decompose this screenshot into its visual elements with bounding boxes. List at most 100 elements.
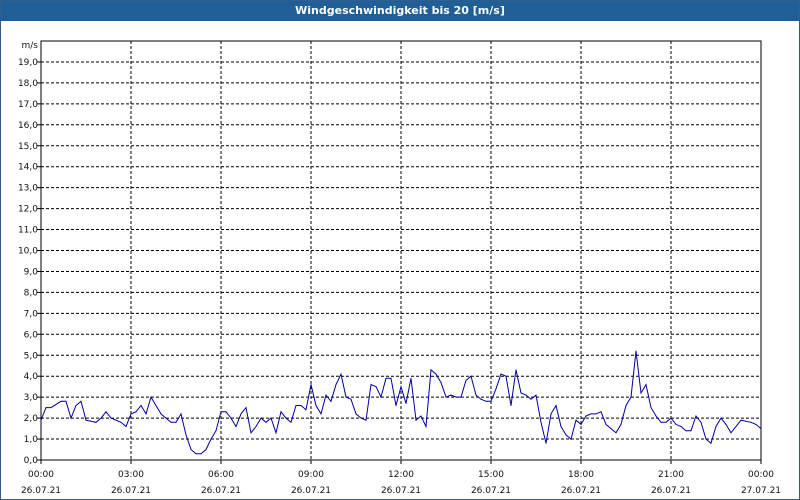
data-point [190,449,192,450]
data-point [670,417,672,419]
data-point [640,392,642,394]
data-point [695,415,697,417]
y-tick-label: 0,0 [24,456,39,466]
data-point [240,413,242,415]
data-point [505,375,507,377]
y-tick-label: 9,0 [24,267,39,277]
y-tick-label: 2,0 [24,414,39,424]
data-point [255,426,257,427]
x-tick-date-label: 26.07.21 [471,486,511,496]
x-tick-date-label: 26.07.21 [201,486,241,496]
data-point [575,419,577,421]
data-point [650,407,652,409]
data-point [545,442,547,444]
data-point [565,434,567,436]
data-point [535,394,537,396]
data-point [175,421,177,423]
data-point [245,407,247,409]
data-point [440,382,442,383]
data-point [365,419,367,421]
chart-window: Windgeschwindigkeit bis 20 [m/s] 0,0 1,0 2… [0,0,800,500]
data-point [265,421,267,423]
y-tick-label: 15,0 [18,142,38,152]
data-point [540,421,542,423]
data-point [520,392,522,394]
data-point [390,377,392,379]
data-point [310,384,312,386]
data-point [615,432,617,434]
y-tick-label: 14,0 [18,163,38,173]
y-tick-label: 6,0 [24,330,39,340]
y-tick-label: 10,0 [18,247,38,257]
data-point [445,396,447,398]
data-point [635,350,637,352]
data-point [60,400,62,402]
data-point [375,386,377,388]
data-point [400,386,402,388]
data-point [485,400,487,402]
data-point [350,398,352,400]
data-point [740,419,742,421]
data-point [750,421,752,423]
x-tick-date-label: 26.07.21 [291,486,331,496]
data-point [500,373,502,375]
data-point [610,428,612,430]
data-point [420,415,422,417]
data-point [690,430,692,432]
data-point [80,400,82,402]
data-point [470,375,472,377]
data-point [85,419,87,421]
data-point [315,405,317,406]
data-point [570,438,572,440]
data-point [290,421,292,423]
data-point [460,396,462,398]
data-point [475,394,477,396]
data-point [555,405,557,406]
data-point [360,417,362,419]
data-point [370,384,372,386]
data-point [480,398,482,400]
data-point [220,411,222,413]
y-axis-unit: m/s [22,41,39,51]
data-point [165,417,167,419]
x-tick-date-label: 26.07.21 [381,486,421,496]
data-point [495,388,497,390]
x-tick-date-label: 27.07.21 [741,486,781,496]
data-point [430,369,432,371]
data-point [45,407,47,409]
y-tick-label: 5,0 [24,351,39,361]
y-tick-label: 1,0 [24,435,39,445]
data-point [70,417,72,419]
data-point [50,407,52,409]
data-point [325,394,327,396]
data-point [715,426,717,427]
x-tick-time-label: 09:00 [298,470,324,480]
data-point [335,384,337,386]
x-tick-time-label: 12:00 [388,470,414,480]
data-point [295,405,297,406]
data-point [675,423,677,425]
data-point [720,417,722,419]
data-point [160,413,162,415]
data-point [275,432,277,434]
data-point [605,423,607,425]
x-tick-time-label: 15:00 [478,470,504,480]
chart-title: Windgeschwindigkeit bis 20 [m/s] [1,1,799,21]
x-tick-time-label: 00:00 [28,470,54,480]
data-point [185,434,187,436]
y-tick-label: 16,0 [18,121,38,131]
y-tick-label: 11,0 [18,226,38,236]
data-point [230,417,232,419]
data-point [725,423,727,425]
data-point [710,442,712,444]
data-point [235,426,237,427]
y-tick-label: 17,0 [18,100,38,110]
data-point [260,417,262,419]
x-tick-time-label: 21:00 [658,470,684,480]
data-point [530,398,532,400]
data-point [525,394,527,396]
data-point [205,449,207,450]
data-point [560,426,562,427]
data-point [730,432,732,434]
data-point [510,405,512,406]
